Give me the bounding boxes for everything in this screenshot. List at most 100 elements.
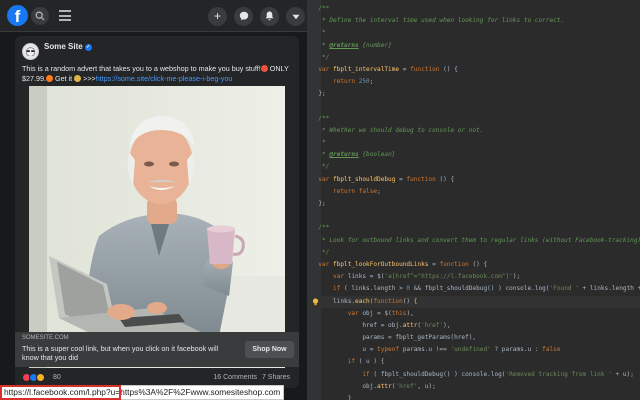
code-line[interactable] [311,101,640,113]
code-line[interactable]: var fbplt_shouldDebug = function () { [311,174,640,186]
code-editor[interactable]: /** * Define the interval time used when… [307,0,640,400]
facebook-top-bar: f + [0,0,307,32]
facebook-logo[interactable]: f [7,5,28,26]
post-author[interactable]: Some Site ✓ [44,42,92,51]
code-line[interactable]: * [311,27,640,39]
code-line[interactable]: return 250; [311,76,640,88]
comments-count[interactable]: 16 Comments [213,374,257,381]
code-token: /** [318,5,330,12]
code-token: return [333,78,359,86]
account-caret-icon[interactable] [286,7,305,26]
code-token: ( fbplt_shouldDebug() ) console.log( [373,370,506,378]
code-token: ( links.length > [344,285,407,293]
code-token: && fbplt_shouldDebug() ) console.log( [410,285,550,293]
code-token: () [402,297,414,305]
post-link[interactable]: https://some.site/click-me-please-i-beg-… [96,74,233,83]
code-line[interactable]: }; [311,198,640,210]
code-line[interactable]: */ [311,161,640,173]
code-token: attr [402,321,418,329]
code-token: obj = $( [362,309,392,317]
sunglasses-icon [25,47,36,56]
code-line[interactable]: * @returns {boolean} [311,149,640,161]
lightbulb-icon[interactable] [312,297,319,306]
code-line[interactable]: var fbplt_intervalTime = function () { [311,64,640,76]
code-token: + links.length + [578,285,640,293]
code-token: , u); [417,382,436,390]
code-line[interactable]: return false; [311,186,640,198]
code-token: ); [512,273,521,281]
code-line[interactable]: } [311,393,640,400]
code-token: false [542,346,561,354]
fire-emoji-icon [45,75,53,82]
code-line[interactable]: /** [311,3,640,15]
code-token: ), [443,321,451,329]
code-token: function [406,175,436,183]
code-token: var [347,309,363,317]
post-author-name[interactable]: Some Site [44,42,83,51]
reaction-count[interactable]: 80 [53,374,61,381]
code-token: params.u !== [402,346,451,354]
notifications-icon[interactable] [260,7,279,26]
ad-title[interactable]: This is a super cool link, but when you … [22,344,232,362]
code-token: {number} [358,41,392,49]
code-line[interactable]: */ [311,52,640,64]
verified-badge-icon: ✓ [84,44,92,51]
code-line[interactable]: * Define the interval time used when loo… [311,15,640,27]
plus-icon[interactable]: + [208,7,227,26]
code-token: @returns [329,41,359,49]
code-token: @returns [329,151,359,159]
page-avatar[interactable] [22,43,39,60]
code-token: this [391,309,407,317]
post-text-getit: Get it [52,74,75,83]
code-token: * Look for outbound links and convert th… [318,236,640,244]
code-token: */ [318,248,330,256]
menu-icon[interactable] [59,10,71,21]
heart-eyes-emoji-icon [260,65,268,72]
code-line[interactable]: params = fbplt_getParams(href), [311,332,640,344]
messenger-icon[interactable] [234,7,253,26]
shares-count[interactable]: 7 Shares [262,374,290,381]
code-line[interactable]: * Whether we should debug to console or … [311,125,640,137]
code-token: 'Found ' [549,285,579,293]
search-button[interactable] [31,7,49,25]
shop-now-button[interactable]: Shop Now [245,341,294,358]
code-token: }; [318,90,326,98]
code-line[interactable]: if ( links.length > 0 && fbplt_shouldDeb… [311,283,640,295]
code-line[interactable]: obj.attr('href', u); [311,381,640,393]
code-token: 'href' [395,382,418,390]
code-line[interactable]: var obj = $(this), [311,308,640,320]
code-token: u = [318,346,378,354]
code-token: var [318,260,334,268]
code-token: * [318,151,330,159]
code-line[interactable] [311,210,640,222]
code-content[interactable]: /** * Define the interval time used when… [311,3,640,400]
code-line[interactable]: var links = $('a[href^="https://l.facebo… [311,271,640,283]
code-line[interactable]: }; [311,88,640,100]
code-line[interactable]: var fbplt_lookForOutboundLinks = functio… [311,259,640,271]
code-line[interactable]: links.each(function() { [311,295,640,308]
code-line[interactable]: /** [311,222,640,234]
code-line[interactable]: u = typeof params.u !== 'undefined' ? pa… [311,344,640,356]
code-line[interactable]: if ( u ) { [311,356,640,368]
code-line[interactable]: * [311,137,640,149]
haha-reaction-icon[interactable] [36,373,45,382]
code-token: fbplt_intervalTime [333,65,400,73]
code-line[interactable]: if ( fbplt_shouldDebug() ) console.log('… [311,369,640,381]
advert-photo[interactable] [29,86,285,368]
code-token: * Whether we should debug to console or … [318,126,484,134]
code-line[interactable]: * @returns {number} [311,40,640,52]
code-line[interactable]: href = obj.attr('href'), [311,320,640,332]
code-token: 250 [358,78,370,86]
code-token: links. [318,297,356,305]
code-line[interactable]: * Look for outbound links and convert th… [311,235,640,247]
code-token: = [399,65,411,73]
code-line[interactable]: /** [311,113,640,125]
ad-link-card[interactable]: SOMESITE.COM This is a super cool link, … [15,332,299,367]
post-text: This is a random advert that takes you t… [22,64,294,84]
code-line[interactable]: */ [311,247,640,259]
search-icon [35,11,45,21]
